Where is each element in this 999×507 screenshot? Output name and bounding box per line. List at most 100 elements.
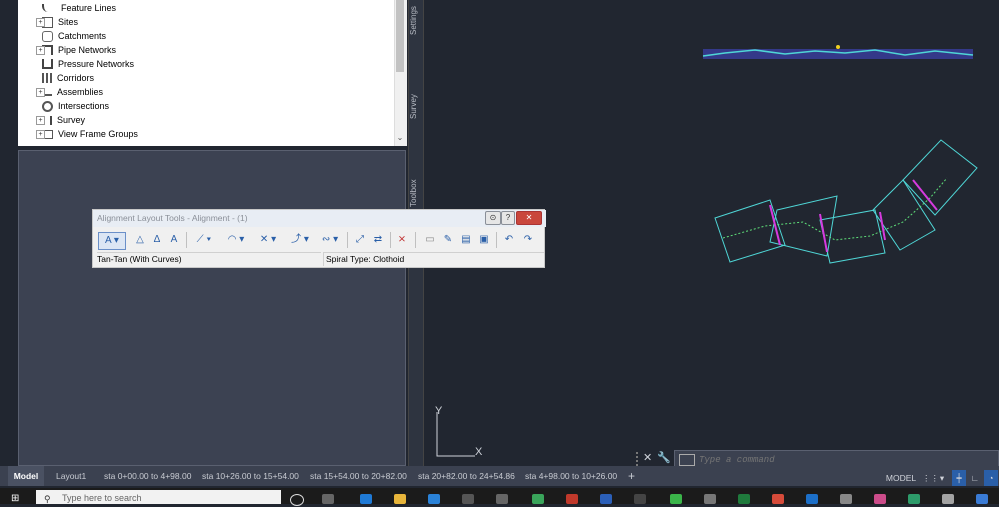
curve-dropdown[interactable]: ◠ ▾ bbox=[223, 232, 249, 248]
help-icon[interactable]: ? bbox=[501, 211, 515, 225]
excel-icon[interactable] bbox=[738, 494, 750, 504]
grid-icon[interactable]: ⋮⋮ bbox=[922, 470, 939, 486]
expand-icon[interactable]: + bbox=[36, 45, 45, 55]
windows-start-icon[interactable]: ⊞ bbox=[11, 494, 21, 504]
cortana-icon[interactable] bbox=[290, 494, 304, 506]
snap-icon[interactable]: ┿ bbox=[952, 470, 966, 486]
tree-item-label: Intersections bbox=[58, 101, 110, 111]
separator bbox=[496, 232, 497, 248]
app-icon[interactable] bbox=[462, 494, 474, 504]
close-command-icon[interactable]: ✕ bbox=[643, 451, 652, 464]
reverse-direction-icon[interactable]: ⇄ bbox=[371, 232, 385, 248]
ucs-y-label: Y bbox=[435, 405, 443, 417]
tree-item-assemblies[interactable]: + Assemblies bbox=[36, 85, 104, 99]
tree-item-pressure-networks[interactable]: Pressure Networks bbox=[42, 57, 134, 71]
expand-icon[interactable]: + bbox=[36, 115, 45, 125]
tree-item-survey[interactable]: + Survey bbox=[36, 113, 85, 127]
intersection-icon bbox=[42, 100, 53, 112]
pi-delete-icon[interactable]: Δ bbox=[150, 232, 164, 248]
free-line-dropdown[interactable]: ✕ ▾ bbox=[255, 232, 281, 248]
word-icon[interactable] bbox=[600, 494, 612, 504]
separator bbox=[186, 232, 187, 248]
pick-subentity-icon[interactable]: ▭ bbox=[423, 232, 437, 248]
tab-toolbox[interactable]: Toolbox bbox=[409, 176, 423, 210]
tab-survey[interactable]: Survey bbox=[409, 92, 423, 122]
break-apart-icon[interactable]: A bbox=[167, 232, 181, 248]
pressure-network-icon bbox=[42, 59, 53, 69]
app-icon[interactable] bbox=[840, 494, 852, 504]
app-icon[interactable] bbox=[908, 494, 920, 504]
tree-item-corridors[interactable]: Corridors bbox=[42, 71, 94, 85]
pi-add-icon[interactable]: △ bbox=[133, 232, 147, 248]
tab-settings[interactable]: Settings bbox=[409, 4, 423, 38]
tab-sheet[interactable]: sta 4+98.00 to 10+26.00 bbox=[525, 466, 617, 486]
tree-item-feature-lines[interactable]: Feature Lines bbox=[42, 1, 116, 15]
expand-icon[interactable]: + bbox=[36, 129, 45, 139]
app-icon[interactable] bbox=[532, 494, 544, 504]
chrome-icon[interactable] bbox=[772, 494, 784, 504]
tab-sheet[interactable]: sta 0+00.00 to 4+98.00 bbox=[104, 466, 191, 486]
grid-dropdown-icon[interactable]: ▾ bbox=[937, 470, 947, 486]
close-button[interactable]: ✕ bbox=[516, 211, 542, 225]
subentity-editor-icon[interactable]: ✎ bbox=[441, 232, 455, 248]
feature-line-icon bbox=[42, 4, 56, 12]
corridor-icon bbox=[42, 73, 52, 83]
add-layout-button[interactable]: + bbox=[628, 466, 635, 486]
spiral-dropdown[interactable]: ⤴ ▾ bbox=[287, 232, 313, 248]
tree-item-label: View Frame Groups bbox=[58, 129, 138, 139]
app-icon[interactable] bbox=[942, 494, 954, 504]
tab-model[interactable]: Model bbox=[8, 466, 44, 486]
tree-item-label: Assemblies bbox=[57, 87, 104, 97]
outlook-icon[interactable] bbox=[806, 494, 818, 504]
pin-icon[interactable]: ⊙ bbox=[485, 211, 501, 225]
tab-sheet[interactable]: sta 15+54.00 to 20+82.00 bbox=[310, 466, 407, 486]
app-icon[interactable] bbox=[566, 494, 578, 504]
wrench-icon[interactable]: 🔧 bbox=[657, 451, 671, 464]
tree-item-catchments[interactable]: Catchments bbox=[42, 29, 106, 43]
fixed-line-dropdown[interactable]: ⟋ ▾ bbox=[191, 232, 217, 248]
tangent-mode-dropdown[interactable]: A ▾ bbox=[98, 232, 126, 250]
civil3d-icon[interactable] bbox=[428, 494, 440, 504]
tree-item-label: Feature Lines bbox=[61, 3, 117, 13]
app-icon[interactable] bbox=[670, 494, 682, 504]
app-icon[interactable] bbox=[976, 494, 988, 504]
tree-item-label: Sites bbox=[58, 17, 79, 27]
profile-view[interactable] bbox=[702, 45, 974, 59]
plan-alignment[interactable] bbox=[714, 139, 978, 264]
spiral-type-status: Spiral Type: Clothoid bbox=[323, 252, 544, 266]
ortho-icon[interactable]: ∟ bbox=[968, 470, 982, 486]
undo-icon[interactable]: ↶ bbox=[502, 232, 516, 248]
alignment-properties-icon[interactable]: ▣ bbox=[477, 232, 491, 248]
command-history-icon[interactable] bbox=[679, 454, 695, 466]
taskbar-search[interactable]: ⚲ Type here to search bbox=[36, 490, 281, 504]
model-space-button[interactable]: MODEL bbox=[884, 470, 918, 486]
tab-layout1[interactable]: Layout1 bbox=[56, 466, 86, 486]
edge-icon[interactable] bbox=[360, 494, 372, 504]
task-view-icon[interactable] bbox=[322, 494, 334, 504]
tree-item-sites[interactable]: + Sites bbox=[36, 15, 79, 29]
grid-view-icon[interactable]: ▤ bbox=[459, 232, 473, 248]
polar-icon[interactable]: ◔ bbox=[984, 470, 998, 486]
delete-subentity-icon[interactable]: ⨯ bbox=[395, 232, 409, 248]
app-icon[interactable] bbox=[496, 494, 508, 504]
file-explorer-icon[interactable] bbox=[394, 494, 406, 504]
tree-item-intersections[interactable]: Intersections bbox=[42, 99, 109, 113]
toolbar-title[interactable]: Alignment Layout Tools - Alignment - (1) bbox=[93, 210, 546, 227]
tab-sheet[interactable]: sta 20+82.00 to 24+54.86 bbox=[418, 466, 515, 486]
tab-sheet[interactable]: sta 10+26.00 to 15+54.00 bbox=[202, 466, 299, 486]
app-icon[interactable] bbox=[874, 494, 886, 504]
tree-item-label: Corridors bbox=[57, 73, 95, 83]
scroll-down-icon[interactable]: ⌄ bbox=[396, 134, 404, 142]
app-icon[interactable] bbox=[704, 494, 716, 504]
alignment-layout-toolbar[interactable]: Alignment Layout Tools - Alignment - (1)… bbox=[92, 209, 546, 268]
expand-icon[interactable]: + bbox=[36, 17, 45, 27]
expand-icon[interactable]: + bbox=[36, 87, 45, 97]
tree-item-view-frame-groups[interactable]: + View Frame Groups bbox=[36, 127, 138, 141]
reverse-curve-dropdown[interactable]: ∾ ▾ bbox=[317, 232, 343, 248]
app-icon[interactable] bbox=[634, 494, 646, 504]
tree-scrollbar-thumb[interactable] bbox=[396, 0, 404, 72]
tree-item-pipe-networks[interactable]: + Pipe Networks bbox=[36, 43, 116, 57]
redo-icon[interactable]: ↷ bbox=[521, 232, 535, 248]
convert-icon[interactable]: ⤢ bbox=[353, 232, 367, 248]
tree-item-label: Pressure Networks bbox=[58, 59, 135, 69]
